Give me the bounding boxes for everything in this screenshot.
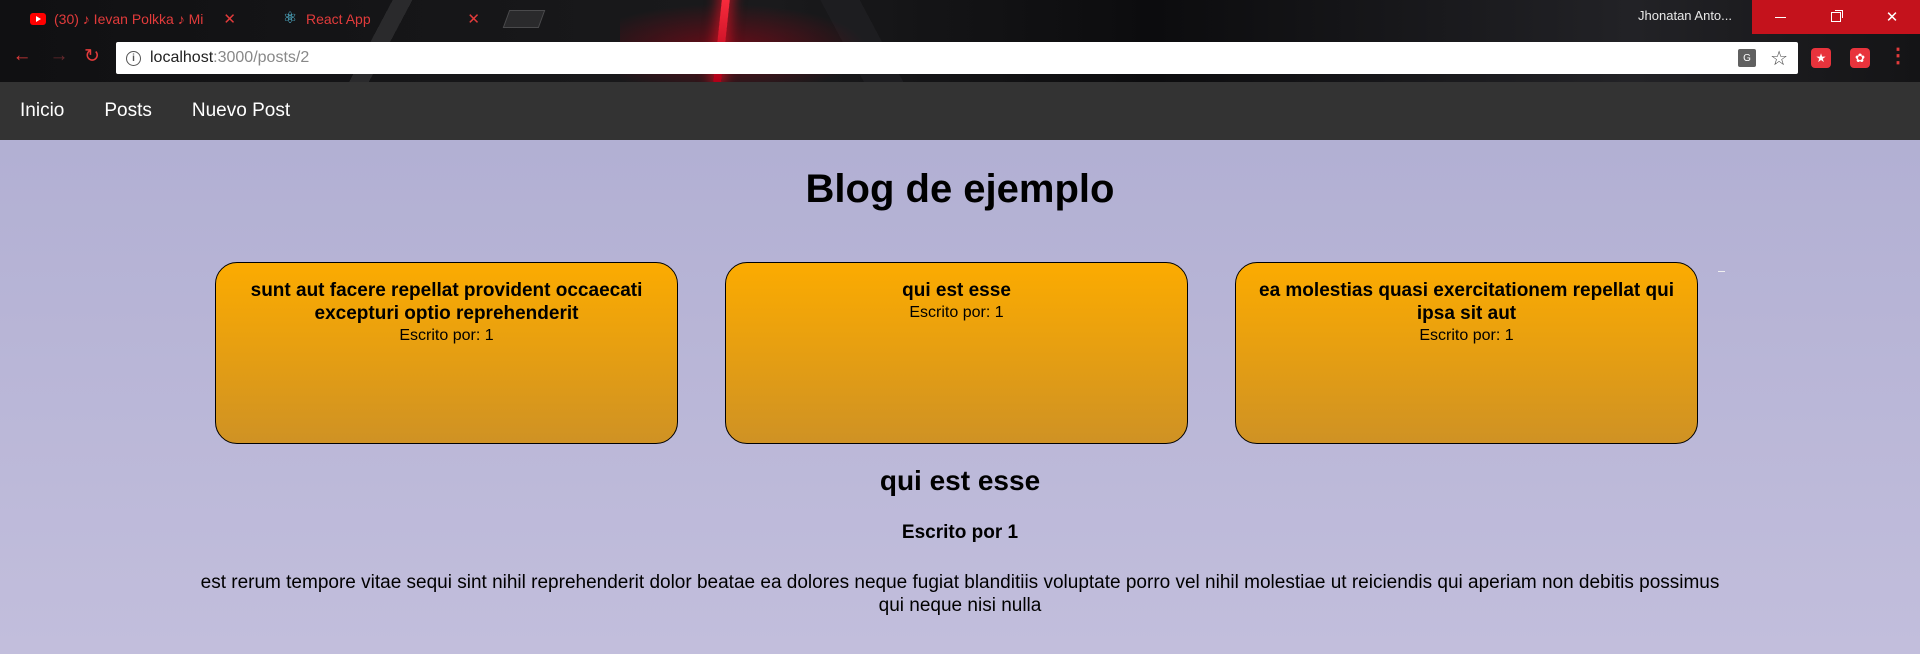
post-body: est rerum tempore vitae sequi sint nihil…	[200, 572, 1720, 616]
profile-name[interactable]: Jhonatan Anto...	[1638, 8, 1732, 23]
minimize-button[interactable]	[1752, 0, 1808, 34]
info-icon[interactable]: i	[126, 50, 141, 66]
close-window-button[interactable]: ✕	[1864, 0, 1920, 34]
browser-chrome: (30) ♪ Ievan Polkka ♪ Mi ✕ ⚛ React App ✕…	[0, 0, 1920, 82]
extension-shield-icon[interactable]: ★	[1811, 48, 1831, 68]
browser-toolbar: ← → ↻ i localhost:3000/posts/2 G ☆ ★ ✿ ⋮	[0, 41, 1920, 77]
url-host: localhost	[150, 49, 214, 66]
tab-title: (30) ♪ Ievan Polkka ♪ Mi	[54, 10, 204, 27]
nav-link-inicio[interactable]: Inicio	[20, 100, 64, 122]
card-author-id: 1	[484, 327, 494, 344]
page-title: Blog de ejemplo	[805, 167, 1115, 211]
restore-button[interactable]	[1808, 0, 1864, 34]
page-content: Inicio Posts Nuevo Post Blog de ejemplo …	[0, 82, 1920, 654]
youtube-icon	[30, 11, 46, 27]
react-icon: ⚛	[282, 9, 298, 27]
tab-youtube[interactable]: (30) ♪ Ievan Polkka ♪ Mi ✕	[10, 3, 250, 34]
card-author: Escrito por: 1	[230, 327, 663, 345]
tab-react-app[interactable]: ⚛ React App ✕	[262, 3, 494, 34]
card-author: Escrito por: 1	[1250, 327, 1683, 345]
new-tab-button[interactable]	[502, 10, 546, 28]
card-author-id: 1	[1504, 327, 1514, 344]
card-title: sunt aut facere repellat provident occae…	[250, 280, 643, 324]
nav-link-nuevo-post[interactable]: Nuevo Post	[192, 100, 290, 122]
card-author-label: Escrito por:	[909, 304, 991, 321]
close-icon: ✕	[1885, 9, 1899, 26]
post-card[interactable]: qui est esse Escrito por: 1	[725, 262, 1188, 444]
post-cards: sunt aut facere repellat provident occae…	[215, 262, 1698, 444]
translate-icon[interactable]: G	[1738, 49, 1757, 67]
card-author-label: Escrito por:	[399, 327, 481, 344]
stray-mark	[1718, 271, 1725, 272]
bookmark-star-icon[interactable]: ☆	[1770, 46, 1788, 71]
kebab-menu-icon[interactable]: ⋮	[1888, 45, 1908, 67]
card-author-label: Escrito por:	[1419, 327, 1501, 344]
card-title: qui est esse	[902, 280, 1011, 301]
card-title: ea molestias quasi exercitationem repell…	[1259, 280, 1674, 324]
post-detail: qui est esse Escrito por 1 est rerum tem…	[0, 465, 1920, 617]
nav-link-posts[interactable]: Posts	[104, 100, 152, 122]
card-author-id: 1	[994, 304, 1004, 321]
post-title: qui est esse	[879, 465, 1041, 496]
url-path: :3000/posts/2	[213, 49, 310, 66]
close-icon[interactable]: ✕	[223, 10, 236, 28]
minimize-icon	[1774, 16, 1786, 18]
post-author: Escrito por 1	[901, 522, 1019, 543]
reload-icon[interactable]: ↻	[80, 45, 104, 68]
close-icon[interactable]: ✕	[467, 10, 480, 28]
extension-badge-icon[interactable]: ✿	[1850, 48, 1870, 68]
post-card[interactable]: ea molestias quasi exercitationem repell…	[1235, 262, 1698, 444]
tab-title: React App	[306, 10, 371, 27]
card-author: Escrito por: 1	[740, 304, 1173, 322]
top-navbar: Inicio Posts Nuevo Post	[0, 82, 1920, 140]
forward-arrow-icon[interactable]: →	[47, 45, 71, 67]
post-card[interactable]: sunt aut facere repellat provident occae…	[215, 262, 678, 444]
address-bar[interactable]: i localhost:3000/posts/2 G ☆	[116, 42, 1798, 74]
restore-icon	[1831, 12, 1841, 22]
back-arrow-icon[interactable]: ←	[10, 45, 34, 67]
